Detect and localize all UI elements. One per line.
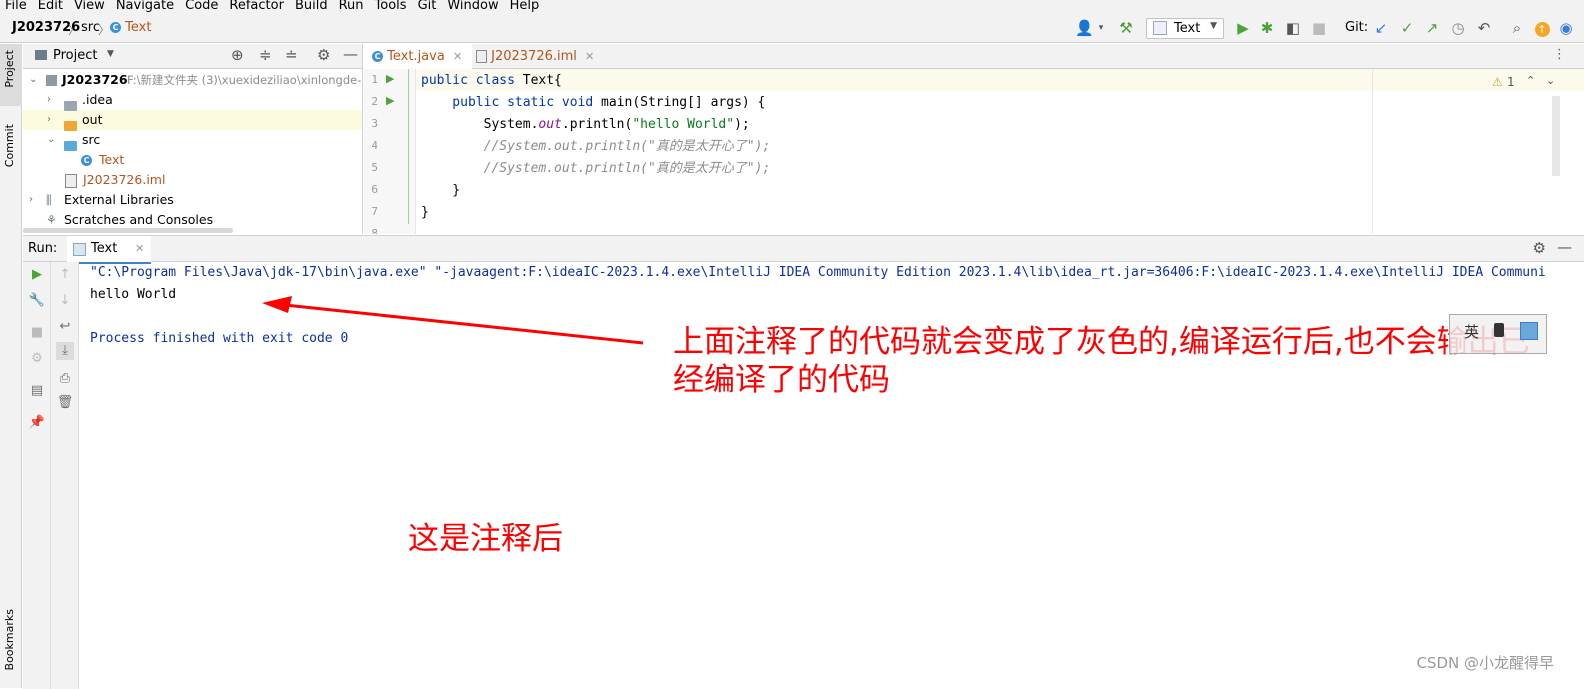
csdn-watermark: CSDN @小龙醒得早 — [1416, 654, 1554, 672]
annotation-line-1: 上面注释了的代码就会变成了灰色的,编译运行后,也不会输出已 — [673, 324, 1530, 360]
ime-toolbar[interactable]: 英 — [1449, 314, 1547, 354]
annotation-main-note: 上面注释了的代码就会变成了灰色的,编译运行后,也不会输出已 经编译了的代码 — [673, 323, 1553, 399]
annotation-sub-note: 这是注释后 — [408, 521, 563, 557]
ime-language-label: 英 — [1464, 323, 1480, 341]
annotation-line-2: 经编译了的代码 — [673, 362, 890, 398]
ime-keyboard-icon — [1520, 322, 1538, 340]
ime-mode-icon — [1494, 323, 1504, 337]
